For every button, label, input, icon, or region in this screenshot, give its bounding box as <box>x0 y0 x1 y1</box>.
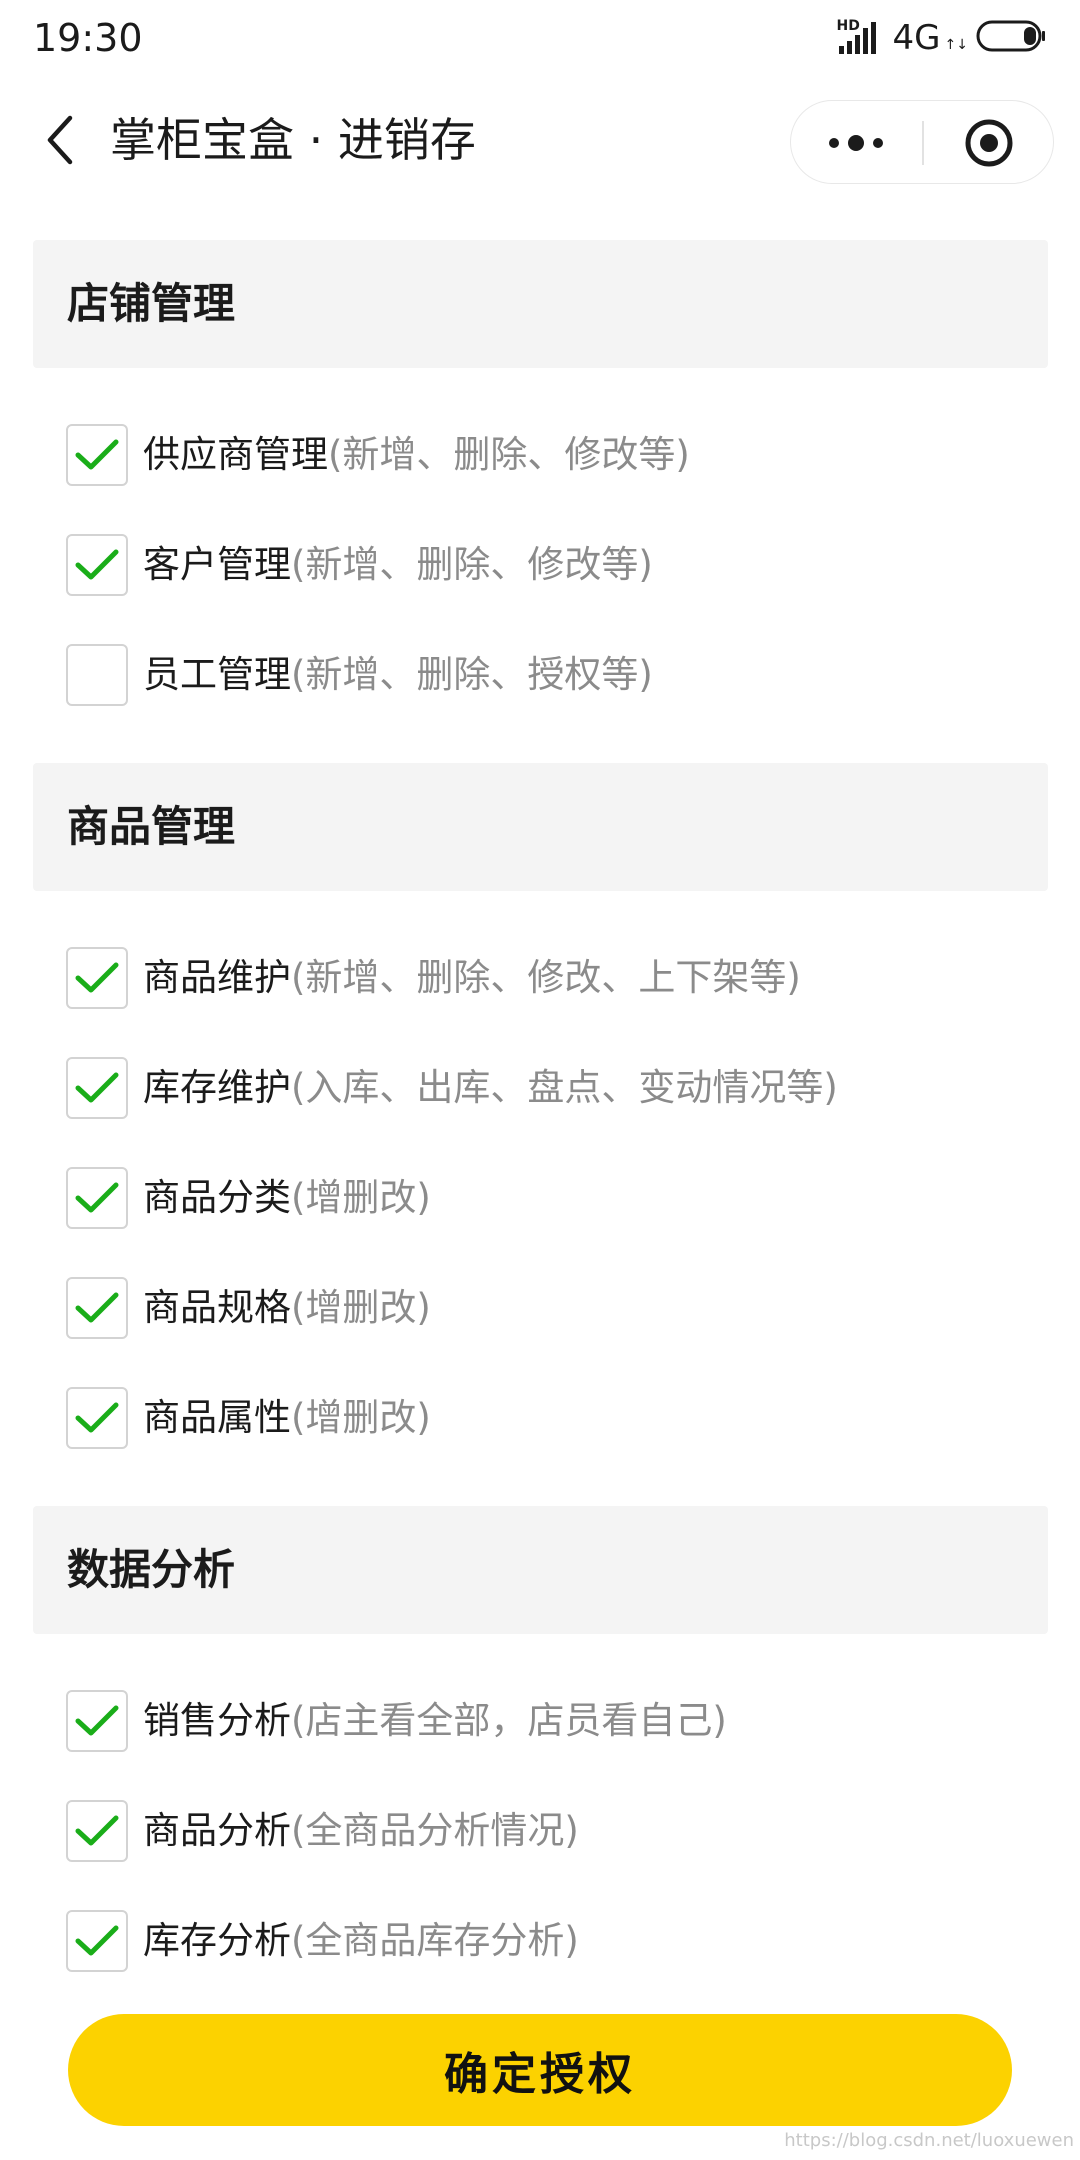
checkbox[interactable] <box>66 424 128 486</box>
permission-desc: (新增、删除、修改、上下架等) <box>291 956 801 999</box>
section-title: 数据分析 <box>67 1545 236 1594</box>
checkmark-icon <box>75 439 119 470</box>
permission-label: 商品属性 <box>143 1396 291 1439</box>
checkmark-icon <box>75 962 119 993</box>
miniprogram-capsule <box>790 100 1054 184</box>
section-header-analytics: 数据分析 <box>33 1506 1048 1634</box>
status-icons: HD 4G ↑↓ <box>835 18 1046 58</box>
confirm-authorize-button[interactable]: 确定授权 <box>68 2014 1012 2126</box>
target-close-icon <box>965 119 1013 167</box>
permission-row[interactable]: 商品规格(增删改) <box>66 1274 1046 1342</box>
checkmark-icon <box>75 549 119 580</box>
permission-label: 销售分析 <box>143 1699 291 1742</box>
permission-label: 库存维护 <box>143 1066 291 1109</box>
permission-row[interactable]: 客户管理(新增、删除、修改等) <box>66 531 1046 599</box>
permission-desc: (店主看全部，店员看自己) <box>291 1699 727 1742</box>
permission-label: 客户管理 <box>143 543 291 586</box>
confirm-button-label: 确定授权 <box>444 2049 636 2100</box>
permission-row[interactable]: 商品属性(增删改) <box>66 1384 1046 1452</box>
back-button[interactable] <box>30 110 90 170</box>
permission-desc: (新增、删除、授权等) <box>291 653 653 696</box>
permission-desc: (新增、删除、修改等) <box>291 543 653 586</box>
checkmark-icon <box>75 1292 119 1323</box>
checkbox[interactable] <box>66 1800 128 1862</box>
watermark-text: https://blog.csdn.net/luoxuewen <box>784 2130 1074 2151</box>
signal-icon: HD <box>835 18 885 58</box>
status-bar: 19:30 HD 4G ↑↓ <box>0 0 1080 80</box>
checkmark-icon <box>75 1072 119 1103</box>
data-activity-icon: ↑↓ <box>944 37 968 53</box>
checkbox[interactable] <box>66 534 128 596</box>
checkbox[interactable] <box>66 1690 128 1752</box>
permission-label: 商品维护 <box>143 956 291 999</box>
permission-desc: (新增、删除、修改等) <box>328 433 690 476</box>
section-title: 商品管理 <box>67 802 236 851</box>
permission-desc: (增删改) <box>291 1286 431 1329</box>
chevron-left-icon <box>47 115 73 165</box>
checkbox[interactable] <box>66 1277 128 1339</box>
permission-desc: (入库、出库、盘点、变动情况等) <box>291 1066 838 1109</box>
page: 19:30 HD 4G ↑↓ 掌柜宝盒 · 进销存 店铺管理 供应商管理(新增、… <box>0 0 1080 2160</box>
permission-label: 员工管理 <box>143 653 291 696</box>
checkbox[interactable] <box>66 1387 128 1449</box>
checkmark-icon <box>75 1182 119 1213</box>
permission-label: 商品分类 <box>143 1176 291 1219</box>
close-miniprogram-button[interactable] <box>924 101 1054 185</box>
permission-label: 商品分析 <box>143 1809 291 1852</box>
checkbox[interactable] <box>66 947 128 1009</box>
checkbox[interactable] <box>66 1057 128 1119</box>
permission-desc: (全商品分析情况) <box>291 1809 579 1852</box>
network-type: 4G <box>892 18 941 58</box>
permission-label: 库存分析 <box>143 1919 291 1962</box>
page-title: 掌柜宝盒 · 进销存 <box>110 113 476 167</box>
permission-label: 商品规格 <box>143 1286 291 1329</box>
more-dots-icon <box>829 135 883 151</box>
permission-row[interactable]: 库存分析(全商品库存分析) <box>66 1907 1046 1975</box>
section-header-store: 店铺管理 <box>33 240 1048 368</box>
permission-desc: (增删改) <box>291 1176 431 1219</box>
checkmark-icon <box>75 1705 119 1736</box>
checkbox[interactable] <box>66 1910 128 1972</box>
permission-label: 供应商管理 <box>143 433 328 476</box>
permission-row[interactable]: 销售分析(店主看全部，店员看自己) <box>66 1687 1046 1755</box>
permission-row[interactable]: 员工管理(新增、删除、授权等) <box>66 641 1046 709</box>
permission-desc: (全商品库存分析) <box>291 1919 579 1962</box>
checkmark-icon <box>75 1925 119 1956</box>
permission-row[interactable]: 商品分析(全商品分析情况) <box>66 1797 1046 1865</box>
permission-row[interactable]: 商品分类(增删改) <box>66 1164 1046 1232</box>
checkmark-icon <box>75 1402 119 1433</box>
checkbox[interactable] <box>66 644 128 706</box>
checkbox[interactable] <box>66 1167 128 1229</box>
nav-bar: 掌柜宝盒 · 进销存 <box>0 90 1080 190</box>
permission-row[interactable]: 商品维护(新增、删除、修改、上下架等) <box>66 944 1046 1012</box>
section-title: 店铺管理 <box>67 279 236 328</box>
battery-icon <box>976 20 1046 56</box>
permission-row[interactable]: 供应商管理(新增、删除、修改等) <box>66 421 1046 489</box>
section-header-products: 商品管理 <box>33 763 1048 891</box>
status-time: 19:30 <box>33 16 143 60</box>
more-button[interactable] <box>791 101 921 185</box>
permission-row[interactable]: 库存维护(入库、出库、盘点、变动情况等) <box>66 1054 1046 1122</box>
permission-desc: (增删改) <box>291 1396 431 1439</box>
checkmark-icon <box>75 1815 119 1846</box>
